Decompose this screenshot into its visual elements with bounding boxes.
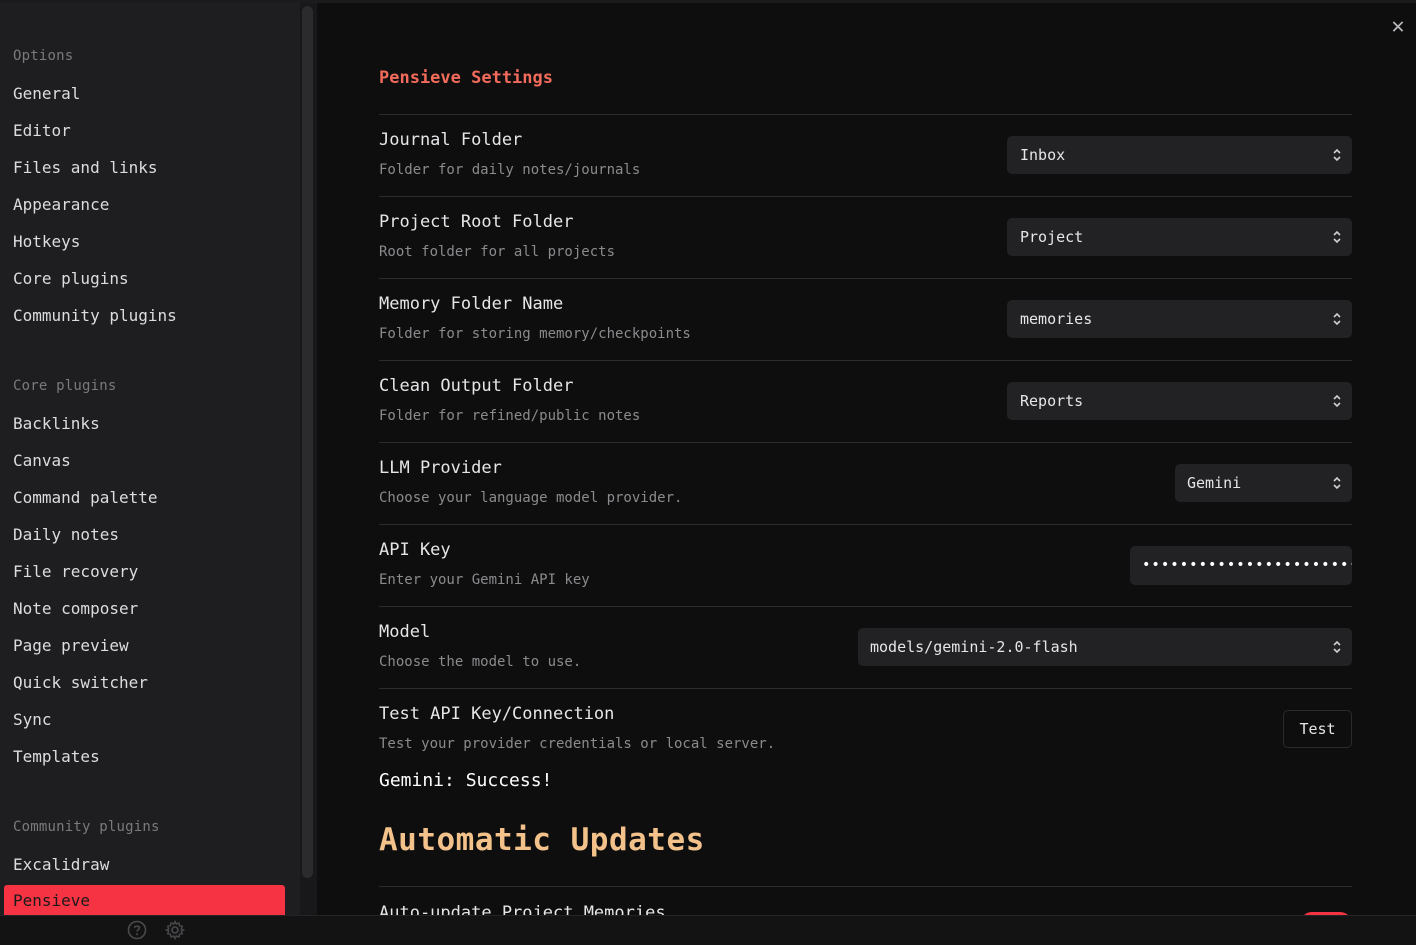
status-bar [0, 915, 1416, 945]
sidebar-item-appearance[interactable]: Appearance [13, 195, 109, 214]
llm-provider-value: Gemini [1187, 474, 1242, 492]
model-select[interactable]: models/gemini-2.0-flash [858, 628, 1352, 666]
sidebar-item-community-plugins[interactable]: Community plugins [13, 306, 177, 325]
clean-output-folder-value: Reports [1020, 392, 1084, 410]
project-root-folder-select[interactable]: Project [1007, 218, 1352, 256]
divider [379, 442, 1352, 443]
chevron-updown-icon [1333, 312, 1341, 326]
divider [379, 196, 1352, 197]
setting-name-test-connection: Test API Key/Connection [379, 704, 615, 724]
settings-sidebar: Options General Editor Files and links A… [0, 3, 300, 915]
gear-icon[interactable] [164, 919, 186, 941]
test-button[interactable]: Test [1283, 710, 1352, 748]
setting-name-clean-output-folder: Clean Output Folder [379, 376, 574, 396]
section-title-automatic-updates: Automatic Updates [379, 822, 705, 858]
setting-desc-clean-output-folder: Folder for refined/public notes [379, 408, 641, 424]
sidebar-item-quick-switcher[interactable]: Quick switcher [13, 673, 148, 692]
setting-desc-journal-folder: Folder for daily notes/journals [379, 162, 641, 178]
journal-folder-value: Inbox [1020, 146, 1066, 164]
divider [379, 688, 1352, 689]
chevron-updown-icon [1333, 640, 1341, 654]
chevron-updown-icon [1333, 230, 1341, 244]
setting-name-project-root-folder: Project Root Folder [379, 212, 574, 232]
setting-name-model: Model [379, 622, 431, 642]
clean-output-folder-select[interactable]: Reports [1007, 382, 1352, 420]
sidebar-item-pensieve[interactable]: Pensieve [4, 885, 285, 915]
project-root-folder-value: Project [1020, 228, 1084, 246]
llm-provider-select[interactable]: Gemini [1175, 464, 1352, 502]
sidebar-item-page-preview[interactable]: Page preview [13, 636, 129, 655]
setting-name-llm-provider: LLM Provider [379, 458, 502, 478]
divider [379, 360, 1352, 361]
setting-name-journal-folder: Journal Folder [379, 130, 523, 150]
setting-desc-test-connection: Test your provider credentials or local … [379, 736, 776, 752]
sidebar-item-daily-notes[interactable]: Daily notes [13, 525, 119, 544]
setting-desc-project-root-folder: Root folder for all projects [379, 244, 616, 260]
sidebar-header-options: Options [13, 48, 74, 64]
api-key-input[interactable]: •••••••••••••••••••••••• [1130, 546, 1352, 585]
sidebar-item-core-plugins[interactable]: Core plugins [13, 269, 129, 288]
sidebar-item-sync[interactable]: Sync [13, 710, 52, 729]
sidebar-header-core-plugins: Core plugins [13, 378, 117, 394]
close-icon[interactable]: ✕ [1386, 15, 1410, 39]
sidebar-item-editor[interactable]: Editor [13, 121, 71, 140]
chevron-updown-icon [1333, 148, 1341, 162]
memory-folder-select[interactable]: memories [1007, 300, 1352, 338]
model-value: models/gemini-2.0-flash [870, 638, 1078, 656]
setting-desc-memory-folder-name: Folder for storing memory/checkpoints [379, 326, 691, 342]
divider [379, 524, 1352, 525]
sidebar-header-community-plugins: Community plugins [13, 819, 160, 835]
divider [379, 886, 1352, 887]
sidebar-scrollbar[interactable] [302, 6, 313, 878]
sidebar-item-hotkeys[interactable]: Hotkeys [13, 232, 80, 251]
chevron-updown-icon [1333, 476, 1341, 490]
setting-name-api-key: API Key [379, 540, 451, 560]
sidebar-item-excalidraw[interactable]: Excalidraw [13, 855, 109, 874]
sidebar-item-files-and-links[interactable]: Files and links [13, 158, 158, 177]
sidebar-item-note-composer[interactable]: Note composer [13, 599, 138, 618]
divider [379, 114, 1352, 115]
chevron-updown-icon [1333, 394, 1341, 408]
setting-desc-model: Choose the model to use. [379, 654, 582, 670]
sidebar-item-general[interactable]: General [13, 84, 80, 103]
divider [379, 278, 1352, 279]
setting-desc-llm-provider: Choose your language model provider. [379, 490, 683, 506]
sidebar-item-file-recovery[interactable]: File recovery [13, 562, 138, 581]
connection-status: Gemini: Success! [379, 770, 553, 791]
sidebar-item-backlinks[interactable]: Backlinks [13, 414, 100, 433]
setting-name-memory-folder-name: Memory Folder Name [379, 294, 564, 314]
page-title: Pensieve Settings [379, 68, 553, 88]
sidebar-item-canvas[interactable]: Canvas [13, 451, 71, 470]
sidebar-item-command-palette[interactable]: Command palette [13, 488, 158, 507]
setting-desc-api-key: Enter your Gemini API key [379, 572, 590, 588]
memory-folder-value: memories [1020, 310, 1093, 328]
journal-folder-select[interactable]: Inbox [1007, 136, 1352, 174]
sidebar-item-templates[interactable]: Templates [13, 747, 100, 766]
divider [379, 606, 1352, 607]
help-circle-icon[interactable] [127, 920, 147, 940]
